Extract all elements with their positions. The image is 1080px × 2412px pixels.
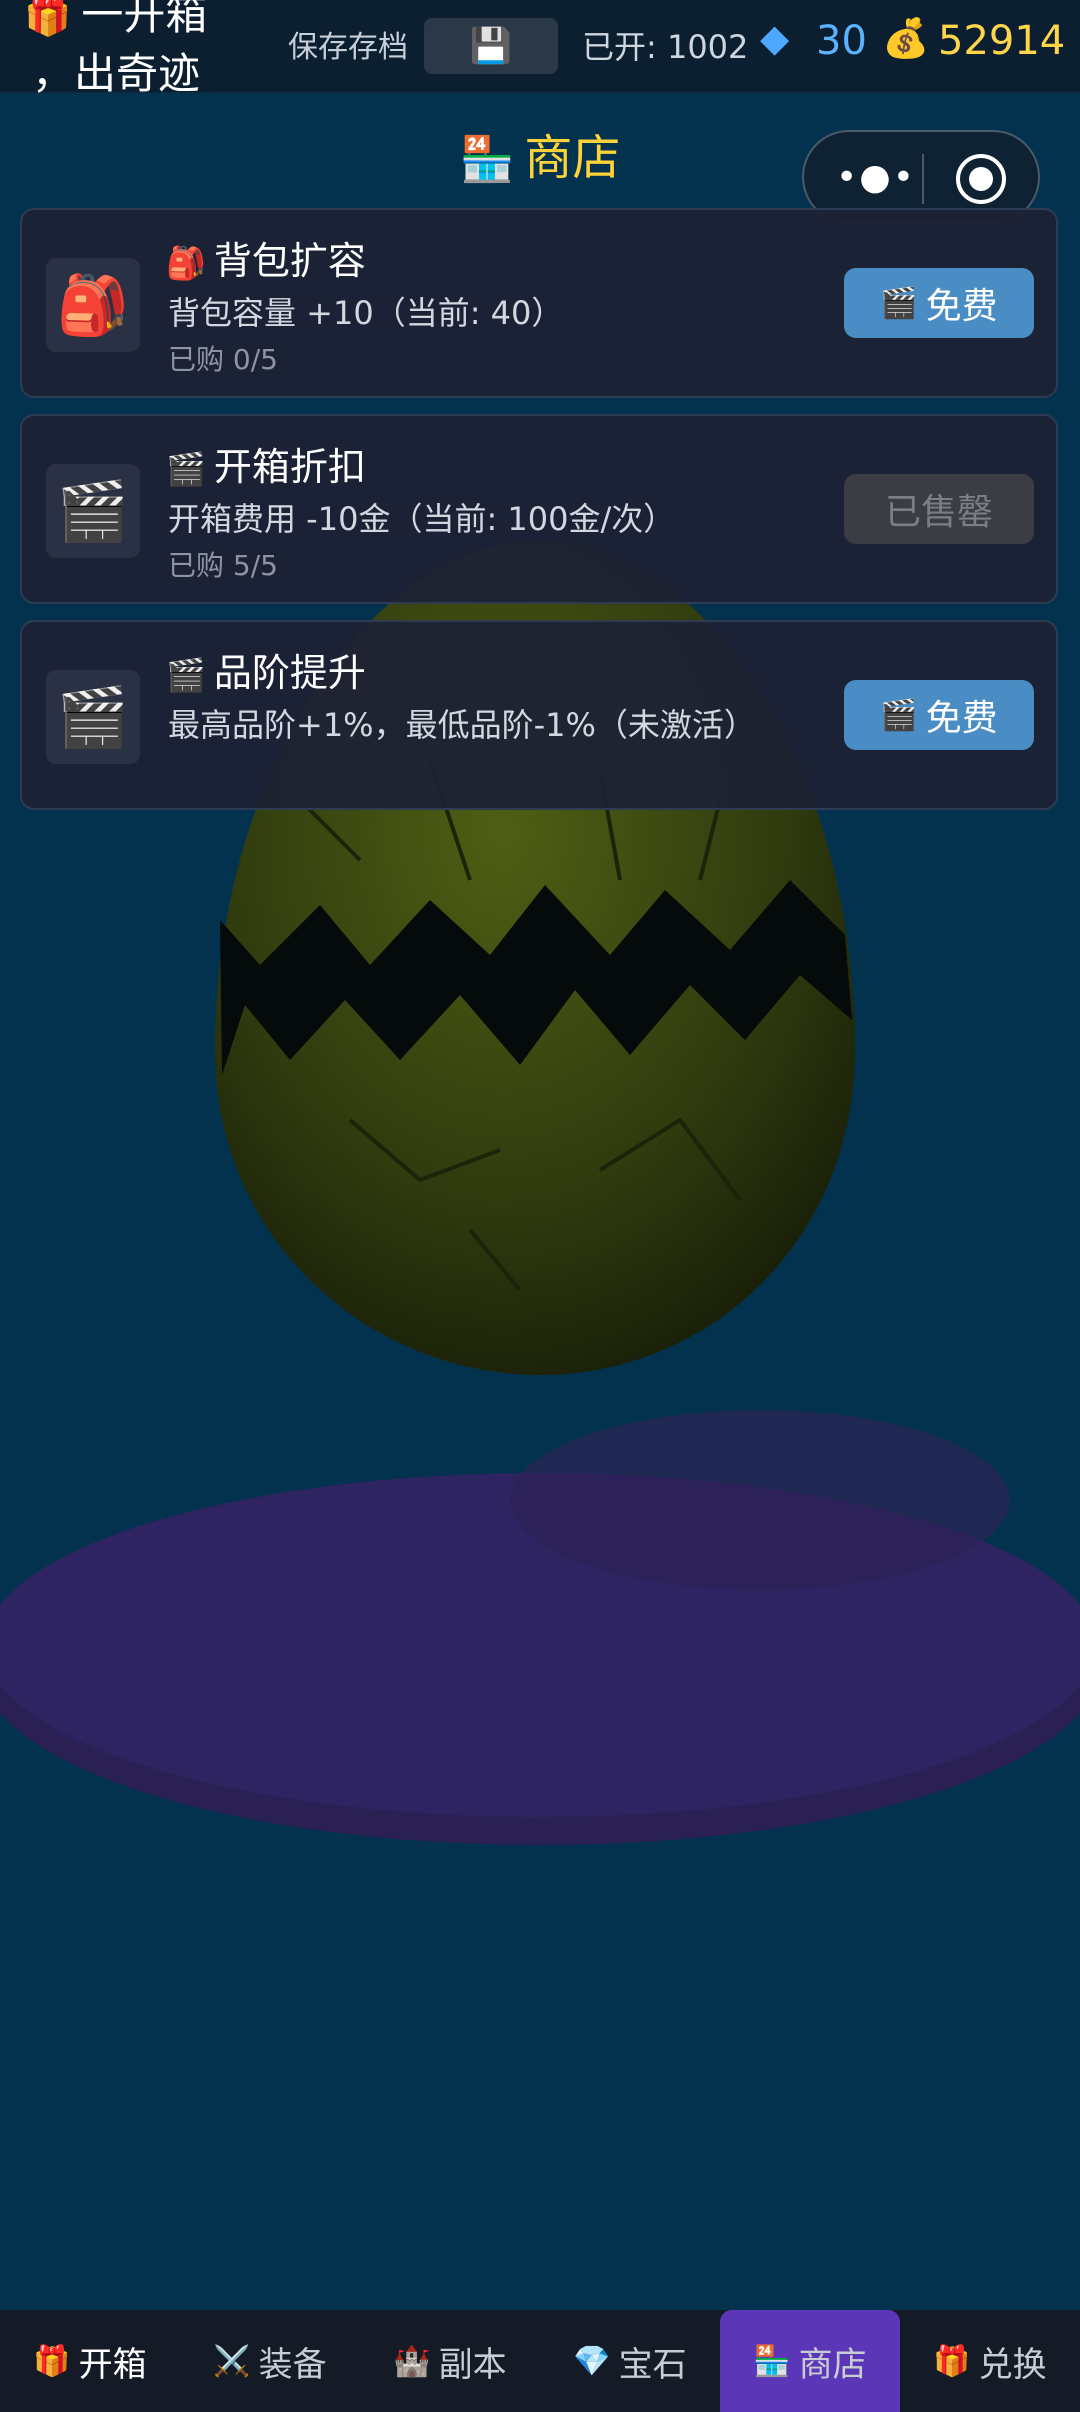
top-bar: 🎁 一开箱 ，出奇迹 保存存档 💾 已开: 1002 ◆ 30 💰 52914	[0, 0, 1080, 98]
gold-count: 52914	[938, 18, 1066, 64]
clapperboard-icon: 🎬	[46, 464, 140, 558]
gift-icon: 🎁	[33, 2343, 71, 2379]
gem-icon: ◆	[760, 16, 790, 60]
app-title-line1: 一开箱	[81, 0, 208, 39]
clapperboard-icon: 🎬	[166, 656, 206, 694]
store-icon: 🏪	[753, 2343, 791, 2379]
clapperboard-icon: 🎬	[46, 670, 140, 764]
backpack-icon: 🎒	[46, 258, 140, 352]
item-name: 🎬 开箱折扣	[166, 436, 366, 491]
gem-icon: 💎	[573, 2343, 611, 2379]
save-label: 保存存档	[288, 30, 408, 65]
tab-gems[interactable]: 💎 宝石	[540, 2310, 720, 2412]
sold-out-button[interactable]: 已售罄	[844, 474, 1034, 544]
store-icon: 🏪	[459, 134, 515, 185]
item-name-text: 开箱折扣	[213, 445, 366, 489]
tab-redeem[interactable]: 🎁 兑换	[900, 2310, 1080, 2412]
app-title: 🎁 一开箱 ，出奇迹	[24, 0, 207, 103]
bottom-tab-bar: 🎁 开箱 ⚔️ 装备 🏰 副本 💎 宝石 🏪 商店 🎁 兑换	[0, 2310, 1080, 2412]
tab-label: 商店	[798, 2344, 867, 2385]
app-title-line2: ，出奇迹	[32, 49, 201, 98]
crossed-swords-icon: ⚔️	[213, 2343, 251, 2379]
tab-label: 装备	[258, 2344, 327, 2385]
opened-count: 已开: 1002	[582, 28, 749, 66]
tab-equipment[interactable]: ⚔️ 装备	[180, 2310, 360, 2412]
item-name-text: 品阶提升	[213, 651, 366, 695]
floppy-disk-icon: 💾	[469, 26, 513, 66]
item-bought-count: 已购 5/5	[168, 549, 278, 582]
shop-item-backpack: 🎒 🎒 背包扩容 背包容量 +10（当前: 40） 已购 0/5 🎬 免费	[20, 208, 1058, 398]
clapperboard-icon: 🎬	[880, 697, 918, 733]
save-button[interactable]: 💾	[424, 18, 558, 74]
free-button-label: 免费	[925, 698, 998, 739]
tab-label: 宝石	[618, 2344, 687, 2385]
item-description: 最高品阶+1%，最低品阶-1%（未激活）	[168, 706, 756, 744]
free-button[interactable]: 🎬 免费	[844, 680, 1034, 750]
gift-icon: 🎁	[933, 2343, 971, 2379]
item-description: 开箱费用 -10金（当前: 100金/次）	[168, 500, 676, 538]
item-bought-count: 已购 0/5	[168, 343, 278, 376]
gem-count: 30	[816, 18, 867, 64]
free-button[interactable]: 🎬 免费	[844, 268, 1034, 338]
item-description: 背包容量 +10（当前: 40）	[168, 294, 564, 332]
item-name: 🎒 背包扩容	[166, 230, 366, 285]
money-bag-icon: 💰	[882, 16, 930, 60]
item-name-text: 背包扩容	[213, 239, 366, 283]
shop-item-tier-upgrade: 🎬 🎬 品阶提升 最高品阶+1%，最低品阶-1%（未激活） 🎬 免费	[20, 620, 1058, 810]
item-name: 🎬 品阶提升	[166, 642, 366, 697]
shop-title-text: 商店	[524, 130, 621, 186]
gift-icon: 🎁	[24, 0, 72, 38]
tab-open-box[interactable]: 🎁 开箱	[0, 2310, 180, 2412]
tab-shop[interactable]: 🏪 商店	[720, 2310, 900, 2412]
clapperboard-icon: 🎬	[166, 450, 206, 488]
backpack-icon: 🎒	[166, 244, 206, 282]
tab-label: 副本	[438, 2344, 507, 2385]
clapperboard-icon: 🎬	[880, 285, 918, 321]
tab-label: 开箱	[78, 2344, 147, 2385]
shop-item-discount: 🎬 🎬 开箱折扣 开箱费用 -10金（当前: 100金/次） 已购 5/5 已售罄	[20, 414, 1058, 604]
shop-title: 🏪 商店	[0, 118, 1080, 188]
tab-label: 兑换	[978, 2344, 1047, 2385]
tab-dungeon[interactable]: 🏰 副本	[360, 2310, 540, 2412]
free-button-label: 免费	[925, 286, 998, 327]
castle-icon: 🏰	[393, 2343, 431, 2379]
